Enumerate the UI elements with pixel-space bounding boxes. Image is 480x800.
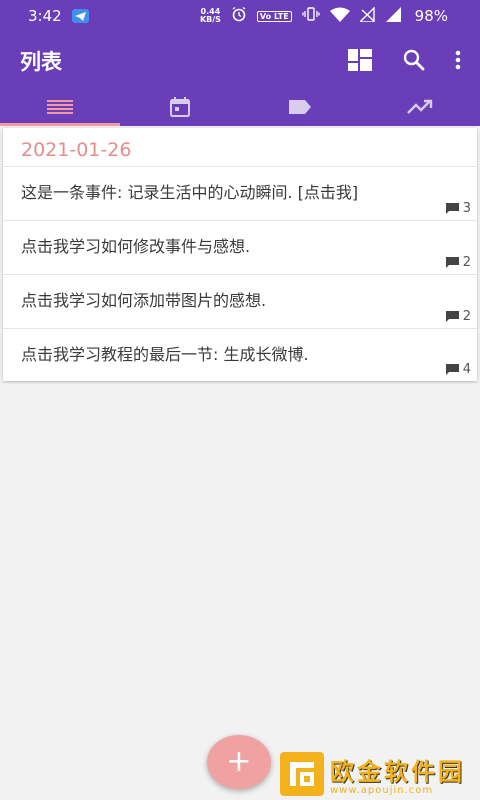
add-icon: +: [226, 744, 252, 779]
wifi-icon: [329, 7, 350, 26]
trending-up-icon: [407, 99, 433, 114]
status-bar: 3:42 0.44 KB/S Vo LTE 98%: [0, 0, 480, 32]
event-row[interactable]: 这是一条事件: 记录生活中的心动瞬间. [点击我] 3: [3, 167, 477, 221]
status-icons: 0.44 KB/S Vo LTE 98%: [200, 0, 448, 32]
app-bar: 列表: [0, 32, 480, 88]
event-row[interactable]: 点击我学习教程的最后一节: 生成长微博. 4: [3, 329, 477, 381]
tab-list[interactable]: [0, 88, 120, 126]
watermark-title: 欧金软件园: [330, 758, 465, 786]
event-text: 点击我学习教程的最后一节: 生成长微博.: [21, 345, 309, 364]
label-icon: [289, 100, 311, 114]
comment-icon: [445, 257, 459, 268]
list-icon: [47, 100, 73, 114]
status-time: 3:42: [28, 7, 62, 25]
date-group-card: 2021-01-26 这是一条事件: 记录生活中的心动瞬间. [点击我] 3 点…: [3, 128, 477, 381]
tab-calendar[interactable]: [120, 88, 240, 126]
date-header: 2021-01-26: [3, 128, 477, 167]
event-text: 点击我学习如何修改事件与感想.: [21, 237, 251, 256]
tab-bar: [0, 88, 480, 126]
net-speed: 0.44 KB/S: [200, 8, 221, 24]
tab-trends[interactable]: [360, 88, 480, 126]
app-bar-actions: [340, 44, 468, 76]
comment-count-value: 2: [462, 255, 471, 270]
comment-count-value: 2: [462, 309, 471, 324]
event-text: 这是一条事件: 记录生活中的心动瞬间. [点击我]: [21, 183, 359, 202]
more-options-button[interactable]: [448, 44, 468, 76]
comment-icon: [445, 364, 459, 375]
telegram-icon: [71, 9, 89, 23]
tab-labels[interactable]: [240, 88, 360, 126]
watermark: 欧金软件园 www.apoujin.com: [280, 748, 480, 800]
watermark-logo-icon: [280, 752, 324, 796]
signal-icon: [385, 6, 401, 26]
more-vert-icon: [455, 50, 461, 70]
vibrate-icon: [302, 7, 320, 25]
event-row[interactable]: 点击我学习如何添加带图片的感想. 2: [3, 275, 477, 329]
add-event-button[interactable]: +: [207, 735, 271, 789]
event-row[interactable]: 点击我学习如何修改事件与感想. 2: [3, 221, 477, 275]
search-button[interactable]: [394, 44, 434, 76]
comment-count-value: 4: [462, 362, 471, 377]
comment-count: 2: [445, 309, 471, 324]
net-speed-unit: KB/S: [199, 15, 221, 24]
no-sim-signal-icon: [357, 5, 376, 26]
comment-count: 4: [445, 362, 471, 377]
calendar-icon: [170, 97, 190, 117]
comment-count: 3: [445, 201, 471, 216]
comment-count: 2: [445, 255, 471, 270]
page-title: 列表: [20, 50, 62, 74]
comment-count-value: 3: [462, 201, 471, 216]
dashboard-icon: [348, 49, 372, 71]
alarm-icon: [231, 6, 247, 26]
comment-icon: [445, 311, 459, 322]
comment-icon: [445, 203, 459, 214]
search-icon: [403, 49, 425, 71]
battery-level: 98%: [414, 7, 448, 25]
event-text: 点击我学习如何添加带图片的感想.: [21, 291, 267, 310]
watermark-text: 欧金软件园 www.apoujin.com: [330, 752, 465, 796]
volte-badge: Vo LTE: [256, 10, 292, 22]
dashboard-button[interactable]: [340, 44, 380, 76]
